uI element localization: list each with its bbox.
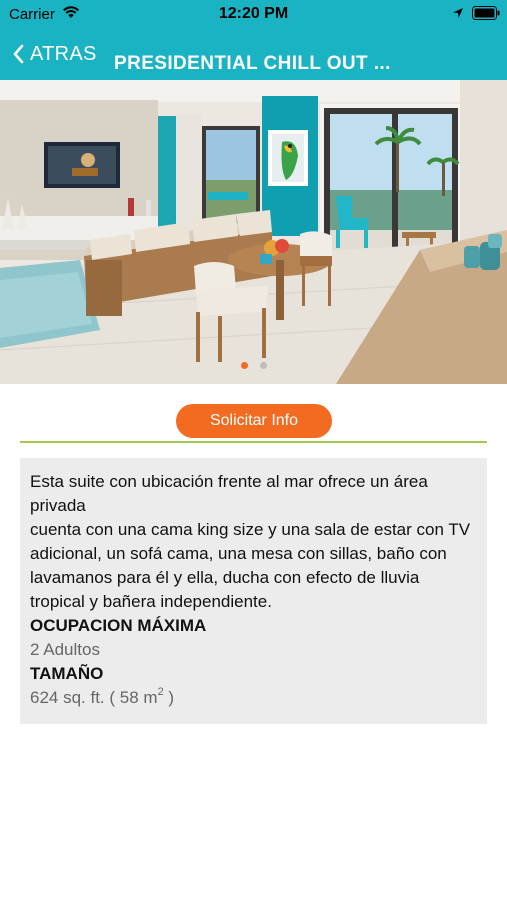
page-title: PRESIDENTIAL CHILL OUT ... bbox=[114, 53, 391, 74]
description-details: cuenta con una cama king size y una sala… bbox=[30, 520, 471, 611]
carousel-page-indicator[interactable] bbox=[0, 356, 507, 369]
size-value-suffix: ) bbox=[163, 688, 175, 707]
screen: Carrier 12:20 PM ATRAS PRESIDENTIAL CHIL bbox=[0, 0, 507, 900]
carousel-dot-1[interactable] bbox=[240, 362, 248, 369]
back-button[interactable]: ATRAS bbox=[12, 40, 97, 68]
occupancy-label: OCUPACION MÁXIMA bbox=[30, 616, 207, 635]
room-photo-carousel[interactable] bbox=[0, 80, 507, 384]
divider bbox=[20, 441, 487, 443]
size-value-number: 624 sq. ft. ( 58 m bbox=[30, 688, 158, 707]
clock: 12:20 PM bbox=[218, 5, 289, 22]
size-value: 624 sq. ft. ( 58 m2 ) bbox=[30, 686, 477, 710]
occupancy-value: 2 Adultos bbox=[30, 640, 100, 659]
location-arrow-icon bbox=[453, 8, 463, 18]
description-card: Esta suite con ubicación frente al mar o… bbox=[20, 458, 487, 724]
chevron-left-icon bbox=[13, 44, 24, 64]
header: Carrier 12:20 PM ATRAS PRESIDENTIAL CHIL bbox=[0, 0, 507, 80]
status-bar: Carrier 12:20 PM bbox=[0, 0, 507, 28]
request-info-button[interactable]: Solicitar Info bbox=[176, 404, 332, 438]
room-photo bbox=[0, 80, 507, 384]
carousel-dot-2[interactable] bbox=[259, 362, 267, 369]
back-label: ATRAS bbox=[30, 42, 97, 65]
battery-icon bbox=[472, 6, 500, 20]
size-value-exponent: 2 bbox=[157, 686, 164, 699]
size-label: TAMAÑO bbox=[30, 664, 104, 683]
description-intro: Esta suite con ubicación frente al mar o… bbox=[30, 472, 428, 515]
